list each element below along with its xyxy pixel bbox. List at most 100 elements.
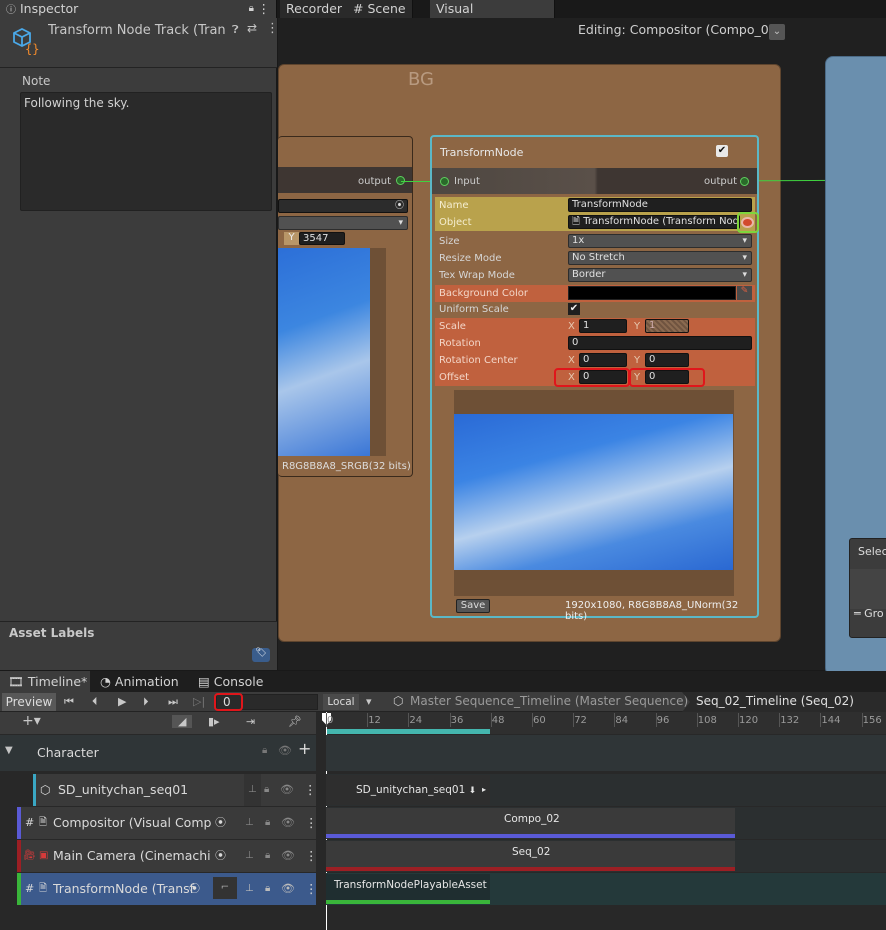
play-icon[interactable]: ▶ [118, 695, 126, 708]
track-compositor-pin-icon[interactable]: ⊥ [245, 807, 254, 839]
track-compositor-visibility-icon[interactable]: 👁︎ [281, 807, 295, 839]
curves-icon[interactable]: ⌐ [213, 877, 237, 899]
rot-center-y-field[interactable]: 0 [645, 353, 689, 367]
left-node-field[interactable]: ⦿ [278, 199, 408, 213]
prev-frame-icon[interactable]: ⏴ [92, 695, 98, 709]
track-transform-node[interactable]: # 🗎︎ TransformNode (Transf ⦿ ⌐ ⊥ 🔒︎ 👁︎ ⋮ [17, 873, 318, 905]
script-icon: 🗎︎ [39, 817, 48, 828]
tab-scene[interactable]: # Scene [347, 0, 413, 18]
preview-button[interactable]: Preview [2, 693, 56, 711]
track-compositor[interactable]: # 🗎︎ Compositor (Visual Composi ⦿ ⊥ 🔒︎ 👁… [17, 807, 318, 839]
settings-sliders-icon[interactable]: ⇄ [247, 21, 257, 35]
curves-toggle-icon[interactable]: ◢ [172, 715, 193, 728]
track-camera-target-icon[interactable]: ⦿ [215, 840, 226, 872]
track-main-camera[interactable]: 🎥︎ ▣ Main Camera (Cinemachine ⦿ ⊥ 🔒︎ 👁︎ … [17, 840, 318, 872]
target-icon[interactable]: ⦿ [395, 200, 404, 212]
track-sd-lock-icon[interactable]: 🔒︎ [264, 774, 269, 806]
next-frame-icon[interactable]: ⏵ [143, 695, 149, 709]
eyedropper-icon[interactable]: ✎ [737, 286, 752, 300]
breadcrumb-master[interactable]: Master Sequence_Timeline (Master Sequenc… [410, 694, 688, 708]
scale-x-field[interactable]: 1 [579, 319, 627, 333]
prop-row-uniform: Uniform Scale [435, 301, 755, 318]
info-icon: ⓘ [6, 5, 16, 16]
clip-transform-node[interactable]: TransformNodePlayableAsset [326, 874, 490, 904]
right-node[interactable]: Selec ═ Gro [849, 538, 886, 638]
track-compositor-lock-icon[interactable]: 🔒︎ [265, 807, 270, 839]
bg-color-swatch[interactable] [568, 286, 736, 300]
track-camera-pin-icon[interactable]: ⊥ [245, 840, 254, 872]
tab-inspector[interactable]: ⓘ Inspector 🔒︎ ⋮ [0, 0, 277, 18]
input-label: Input [454, 176, 480, 187]
left-node-dropdown[interactable] [278, 216, 408, 230]
group-collapse-icon[interactable]: ▼ [5, 745, 13, 756]
label-tag-icon[interactable]: 🏷︎ [252, 648, 270, 662]
track-sd-visibility-icon[interactable]: 👁︎ [280, 774, 294, 806]
input-port-icon[interactable] [440, 177, 449, 186]
tab-timeline[interactable]: 🎞︎ Timeline* [0, 671, 90, 692]
left-texture-node[interactable]: output ⦿ Y 3547 R8G8B8A8_SRGB(32 bits) [278, 136, 413, 477]
more-icon[interactable]: ⋮ [258, 0, 271, 18]
track-camera-visibility-icon[interactable]: 👁︎ [281, 840, 295, 872]
ruler-tick-label: 48 [491, 715, 505, 726]
editing-dropdown-chevron-icon[interactable]: ⌄ [769, 24, 785, 40]
note-textarea[interactable]: Following the sky. [20, 92, 272, 211]
tab-console[interactable]: ▤ Console [190, 671, 263, 692]
uniform-scale-checkbox[interactable]: ✔ [568, 303, 580, 315]
add-track-icon[interactable]: +▾ [22, 713, 41, 729]
track-camera-lock-icon[interactable]: 🔒︎ [265, 840, 270, 872]
tab-visual-compositor[interactable]: Visual Compositor [430, 0, 555, 34]
track-transform-lock-icon[interactable]: 🔒︎ [265, 873, 270, 905]
wrap-label: Tex Wrap Mode [439, 270, 515, 281]
track-sd-more-icon[interactable]: ⋮ [304, 774, 317, 806]
ruler-tick-line [490, 713, 492, 727]
clip-camera[interactable]: Seq_02 [326, 841, 735, 871]
left-y-field[interactable]: 3547 [299, 232, 345, 245]
goto-end-icon[interactable]: ⏭ [168, 695, 178, 709]
rotation-field[interactable]: 0 [568, 336, 752, 350]
loop-icon[interactable]: ▷| [193, 695, 205, 708]
frame-field-highlight [214, 693, 243, 711]
object-picker-icon[interactable] [741, 217, 754, 228]
tab-animation[interactable]: ◔ Animation [92, 671, 179, 692]
markers-icon[interactable]: ▮▸ [208, 715, 220, 728]
save-button[interactable]: Save [456, 599, 490, 613]
snap-icon[interactable]: ⇥ [246, 715, 255, 728]
track-sd-pin-icon[interactable]: ⊥ [244, 774, 261, 806]
help-icon[interactable]: ❓︎ [232, 23, 239, 37]
left-node-output-row [278, 167, 412, 193]
goto-start-icon[interactable]: ⏮ [64, 695, 74, 709]
track-transform-visibility-icon[interactable]: 👁︎ [281, 873, 295, 905]
node-enabled-checkbox[interactable]: ✔ [716, 145, 728, 157]
track-camera-more-icon[interactable]: ⋮ [305, 840, 318, 872]
track-compositor-more-icon[interactable]: ⋮ [305, 807, 318, 839]
transform-node[interactable]: TransformNode ✔ Input output Name Transf… [430, 135, 759, 622]
ruler-tick-line [614, 713, 616, 727]
track-transform-more-icon[interactable]: ⋮ [305, 873, 318, 905]
tab-recorder[interactable]: Recorder [280, 0, 350, 18]
rot-center-x-field[interactable]: 0 [579, 353, 627, 367]
clip-sd-unitychan[interactable]: SD_unitychan_seq01 ⬇ ▸ [326, 775, 490, 805]
object-field[interactable]: 🗎︎ TransformNode (Transform Node [568, 215, 740, 229]
group-lock-icon[interactable]: 🔒︎ [262, 745, 267, 756]
group-add-icon[interactable]: + [298, 739, 311, 758]
track-compositor-target-icon[interactable]: ⦿ [215, 807, 226, 839]
lock-icon[interactable]: 🔒︎ [249, 0, 254, 18]
track-transform-target-icon[interactable]: ⦿ [189, 873, 200, 905]
group-visibility-icon[interactable]: 👁︎ [278, 744, 292, 757]
track-sd-unitychan[interactable]: ⬡ SD_unitychan_seq01 ⊥ 🔒︎ 👁︎ ⋮ [33, 774, 317, 806]
local-button[interactable]: Local [323, 694, 359, 710]
size-dropdown[interactable]: 1x [568, 234, 752, 248]
output-port-icon[interactable] [740, 177, 749, 186]
clip-sd-label: SD_unitychan_seq01 [356, 784, 466, 796]
wrap-mode-dropdown[interactable]: Border [568, 268, 752, 282]
clip-compositor[interactable]: Compo_02 [326, 808, 735, 838]
group-track-header[interactable]: ▼ Character 🔒︎ 👁︎ + [0, 735, 316, 771]
name-field[interactable]: TransformNode [568, 198, 752, 212]
local-dropdown-icon[interactable]: ▾ [366, 695, 372, 708]
track-transform-pin-icon[interactable]: ⊥ [245, 873, 254, 905]
rot-center-x-label: X [568, 355, 575, 366]
pin-icon[interactable]: 📌︎ [288, 715, 302, 728]
resize-mode-dropdown[interactable]: No Stretch [568, 251, 752, 265]
ruler-tick-label: 84 [615, 715, 629, 726]
breadcrumb-current[interactable]: Seq_02_Timeline (Seq_02) [696, 694, 854, 708]
